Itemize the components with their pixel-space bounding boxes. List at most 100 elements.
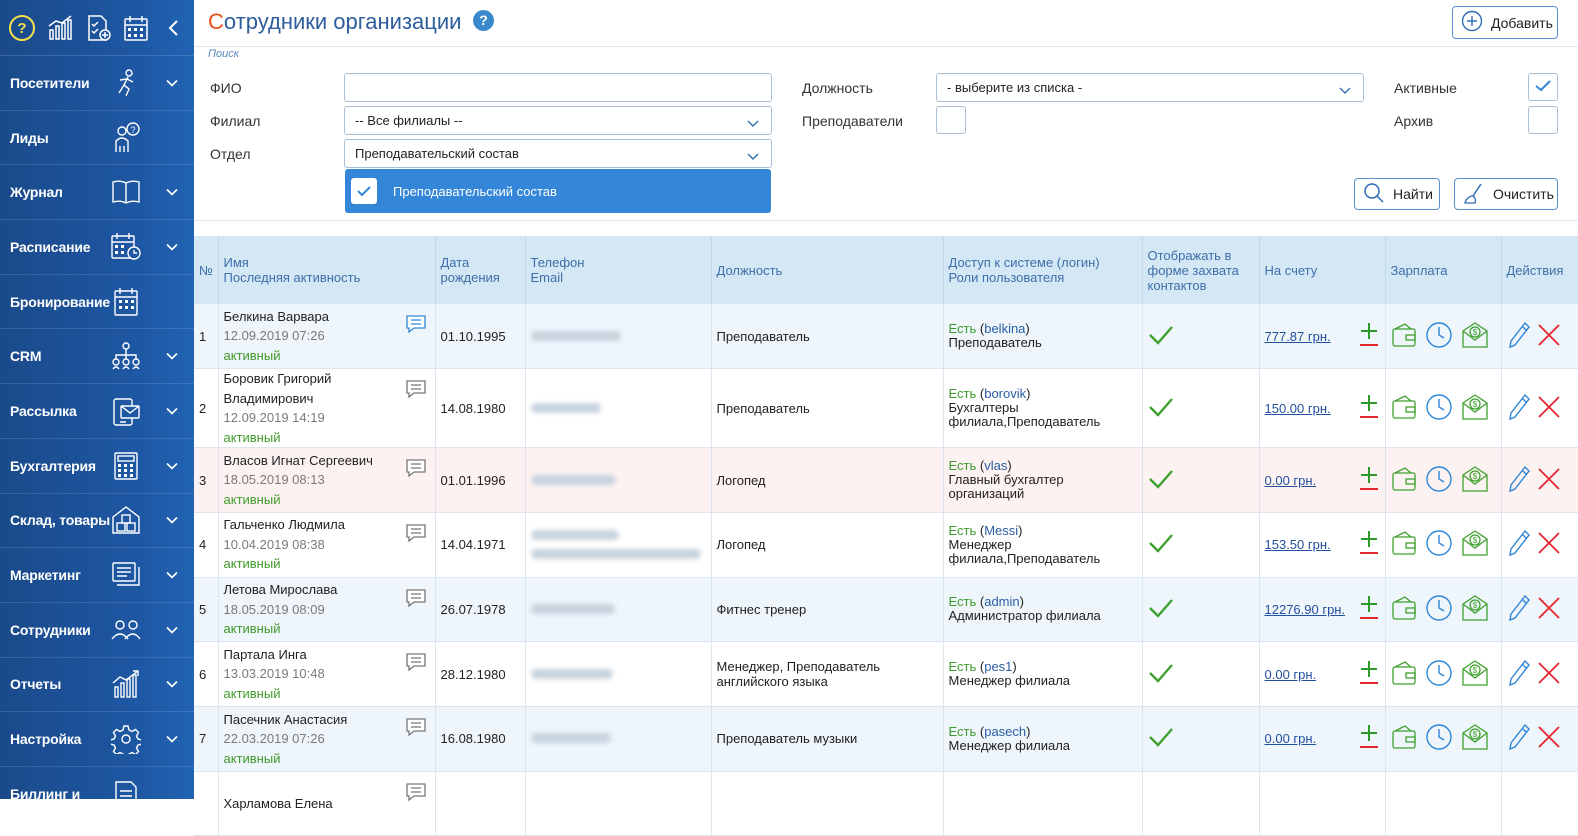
add-payment-icon[interactable] (1358, 530, 1380, 559)
archive-checkbox[interactable] (1528, 106, 1558, 134)
delete-icon[interactable] (1537, 395, 1561, 422)
login-link[interactable]: Messi (984, 523, 1018, 538)
dept-select[interactable]: Преподавательский состав (344, 139, 772, 168)
wallet-icon[interactable] (1391, 322, 1417, 351)
add-payment-icon[interactable] (1358, 660, 1380, 689)
collapse-chevron-left-icon[interactable] (160, 14, 188, 42)
delete-icon[interactable] (1537, 531, 1561, 558)
wallet-icon[interactable] (1391, 394, 1417, 423)
employee-name[interactable]: Боровик Григорий Владимирович (224, 369, 399, 408)
employee-name[interactable]: Харламова Елена (224, 794, 399, 814)
col-header-position[interactable]: Должность (711, 236, 944, 304)
sidebar-item-7[interactable]: Бухгалтерия (0, 439, 194, 494)
balance-link[interactable]: 12276.90 грн. (1265, 602, 1346, 617)
sidebar-item-11[interactable]: Отчеты (0, 658, 194, 713)
table-row[interactable]: 6 Партала Инга 13.03.2019 10:48 активный 28.… (194, 641, 1578, 707)
delete-icon[interactable] (1537, 467, 1561, 494)
clock-icon[interactable] (1425, 529, 1453, 560)
employee-name[interactable]: Власов Игнат Сергеевич (224, 451, 399, 471)
edit-pencil-icon[interactable] (1507, 393, 1531, 424)
salary-envelope-icon[interactable]: $ (1461, 529, 1489, 560)
salary-envelope-icon[interactable]: $ (1461, 465, 1489, 496)
balance-link[interactable]: 0.00 грн. (1265, 667, 1317, 682)
table-row[interactable]: 2 Боровик Григорий Владимирович 12.09.2019… (194, 368, 1578, 449)
delete-icon[interactable] (1537, 596, 1561, 623)
add-payment-icon[interactable] (1358, 322, 1380, 351)
teachers-checkbox[interactable] (936, 106, 966, 134)
edit-pencil-icon[interactable] (1507, 659, 1531, 690)
sidebar-item-2[interactable]: Журнал (0, 165, 194, 221)
edit-pencil-icon[interactable] (1507, 321, 1531, 352)
balance-link[interactable]: 150.00 грн. (1265, 401, 1331, 416)
help-circle-icon[interactable]: ? (8, 14, 36, 42)
table-row[interactable]: 1 Белкина Варвара 12.09.2019 07:26 активный… (194, 304, 1578, 370)
fio-input[interactable] (344, 73, 772, 102)
comment-icon[interactable] (405, 717, 427, 743)
sidebar-item-9[interactable]: Маркетинг (0, 548, 194, 603)
sidebar-item-12[interactable]: Настройка (0, 712, 194, 767)
col-header-balance[interactable]: На счету (1259, 236, 1386, 304)
delete-icon[interactable] (1537, 323, 1561, 350)
add-payment-icon[interactable] (1358, 466, 1380, 495)
sidebar-item-10[interactable]: Сотрудники (0, 603, 194, 658)
salary-envelope-icon[interactable]: $ (1461, 594, 1489, 625)
clock-icon[interactable] (1425, 723, 1453, 754)
comment-icon[interactable] (405, 652, 427, 678)
col-header-name[interactable]: Имя Последняя активность (218, 236, 436, 304)
table-row[interactable]: Харламова Елена (194, 771, 1578, 836)
login-link[interactable]: vlas (984, 458, 1007, 473)
table-row[interactable]: 4 Гальченко Людмила 10.04.2019 08:38 активн… (194, 512, 1578, 578)
sidebar-item-1[interactable]: Лиды? (0, 111, 194, 166)
comment-icon[interactable] (405, 458, 427, 484)
sidebar-item-3[interactable]: Расписание (0, 220, 194, 275)
wallet-icon[interactable] (1391, 595, 1417, 624)
col-header-access[interactable]: Доступ к системе (логин) Роли пользовател… (943, 236, 1143, 304)
balance-link[interactable]: 0.00 грн. (1265, 731, 1317, 746)
clock-icon[interactable] (1425, 659, 1453, 690)
salary-envelope-icon[interactable]: $ (1461, 659, 1489, 690)
position-select[interactable]: - выберите из списка - (936, 73, 1364, 102)
stats-chart-icon[interactable] (46, 14, 74, 42)
sidebar-item-4[interactable]: Бронирование (0, 275, 194, 330)
edit-pencil-icon[interactable] (1507, 723, 1531, 754)
login-link[interactable]: pes1 (984, 659, 1012, 674)
employee-name[interactable]: Партала Инга (224, 645, 399, 665)
login-link[interactable]: pasech (984, 724, 1026, 739)
comment-icon[interactable] (405, 782, 427, 808)
add-payment-icon[interactable] (1358, 595, 1380, 624)
add-payment-icon[interactable] (1358, 394, 1380, 423)
edit-pencil-icon[interactable] (1507, 465, 1531, 496)
wallet-icon[interactable] (1391, 724, 1417, 753)
clock-icon[interactable] (1425, 465, 1453, 496)
sidebar-item-13[interactable]: Биллинг и (0, 767, 194, 822)
comment-icon[interactable] (405, 588, 427, 614)
wallet-icon[interactable] (1391, 530, 1417, 559)
balance-link[interactable]: 153.50 грн. (1265, 537, 1331, 552)
table-row[interactable]: 3 Власов Игнат Сергеевич 18.05.2019 08:13 а… (194, 447, 1578, 513)
table-row[interactable]: 5 Летова Мирослава 18.05.2019 08:09 активны… (194, 577, 1578, 643)
sidebar-item-0[interactable]: Посетители (0, 56, 194, 111)
active-checkbox[interactable] (1528, 73, 1558, 101)
clock-icon[interactable] (1425, 393, 1453, 424)
employee-name[interactable]: Пасечник Анастасия (224, 710, 399, 730)
balance-link[interactable]: 777.87 грн. (1265, 329, 1331, 344)
employee-name[interactable]: Гальченко Людмила (224, 515, 399, 535)
add-payment-icon[interactable] (1358, 724, 1380, 753)
dept-dropdown-option[interactable]: Преподавательский состав (345, 169, 771, 213)
branch-select[interactable]: -- Все филиалы -- (344, 106, 772, 135)
sidebar-item-8[interactable]: Склад, товары (0, 494, 194, 549)
comment-icon[interactable] (405, 523, 427, 549)
employee-name[interactable]: Летова Мирослава (224, 580, 399, 600)
login-link[interactable]: belkina (984, 321, 1025, 336)
comment-icon[interactable] (405, 314, 427, 340)
employee-name[interactable]: Белкина Варвара (224, 307, 399, 327)
salary-envelope-icon[interactable]: $ (1461, 393, 1489, 424)
wallet-icon[interactable] (1391, 660, 1417, 689)
col-header-display[interactable]: Отображать в форме захвата контактов (1142, 236, 1260, 304)
calendar-icon[interactable] (122, 14, 150, 42)
clear-button[interactable]: Очистить (1454, 178, 1558, 210)
col-header-phone[interactable]: Телефон Email (525, 236, 712, 304)
clock-icon[interactable] (1425, 594, 1453, 625)
salary-envelope-icon[interactable]: $ (1461, 723, 1489, 754)
col-header-dob[interactable]: Дата рождения (435, 236, 526, 304)
